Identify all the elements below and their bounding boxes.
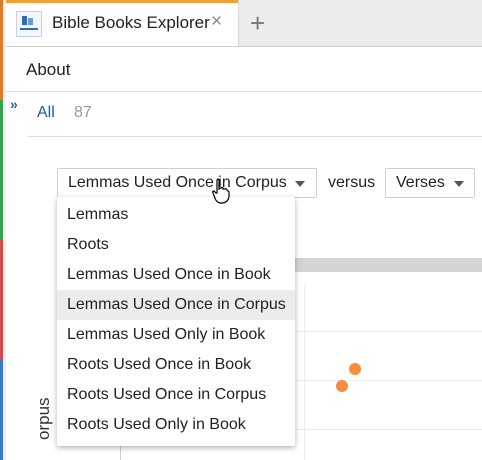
menu-option[interactable]: Lemmas Used Only in Book	[57, 320, 295, 350]
data-point[interactable]	[336, 380, 348, 392]
menu-option[interactable]: Roots	[57, 230, 295, 260]
active-tab-indicator	[6, 0, 238, 3]
new-tab-icon[interactable]: +	[250, 8, 265, 39]
menu-bar: About	[6, 47, 482, 92]
menu-about[interactable]: About	[26, 60, 70, 80]
close-icon[interactable]: ×	[211, 11, 222, 33]
versus-label: versus	[328, 174, 376, 191]
compare-dropdown[interactable]: Verses	[385, 168, 475, 198]
hand-cursor-icon	[212, 178, 230, 204]
chevron-down-icon	[454, 181, 464, 187]
divider	[28, 136, 482, 137]
metric-dropdown-value: Lemmas Used Once in Corpus	[68, 174, 287, 191]
compare-dropdown-value: Verses	[396, 174, 445, 191]
menu-option[interactable]: Lemmas Used Once in Book	[57, 260, 295, 290]
data-point[interactable]	[349, 363, 361, 375]
tab-title: Bible Books Explorer	[52, 13, 210, 32]
filter-all-link[interactable]: All	[37, 104, 55, 122]
menu-option-highlighted[interactable]: Lemmas Used Once in Corpus	[57, 290, 295, 320]
expand-panel-icon[interactable]: »	[10, 96, 18, 112]
tab-bible-books-explorer[interactable]: Bible Books Explorer ×	[6, 0, 239, 46]
app-icon	[16, 11, 42, 37]
filter-count: 87	[74, 104, 92, 121]
menu-option[interactable]: Roots Used Once in Book	[57, 350, 295, 380]
menu-option[interactable]: Lemmas	[57, 200, 295, 230]
chevron-down-icon	[295, 181, 305, 187]
metric-options-menu: Lemmas Roots Lemmas Used Once in Book Le…	[57, 197, 295, 446]
menu-option[interactable]: Roots Used Only in Book	[57, 410, 295, 440]
metric-dropdown[interactable]: Lemmas Used Once in Corpus	[57, 168, 317, 198]
y-axis-label: orpus	[34, 397, 53, 440]
menu-option[interactable]: Roots Used Once in Corpus	[57, 380, 295, 410]
